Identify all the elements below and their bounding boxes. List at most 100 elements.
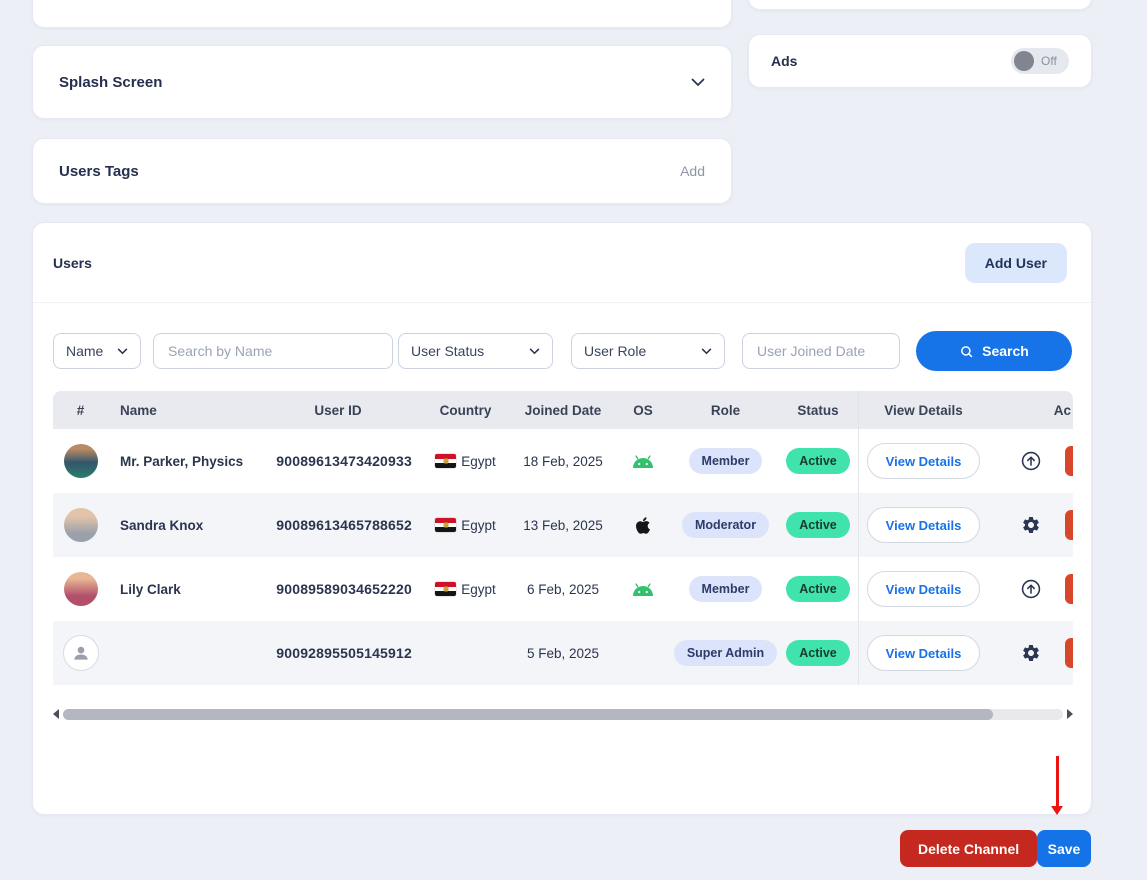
header-country: Country: [418, 403, 513, 418]
user-id: 90089589034652220: [258, 581, 418, 597]
clipped-delete-button[interactable]: [1065, 510, 1073, 540]
table-row: Mr. Parker, Physics 90089613473420933 Eg…: [53, 429, 1073, 493]
actions-cell: [988, 429, 1073, 493]
user-role-select[interactable]: User Role: [571, 333, 725, 369]
table-row: Lily Clark 90089589034652220 Egypt 6 Feb…: [53, 557, 1073, 621]
role-cell: Member: [673, 448, 778, 474]
country-label: Egypt: [461, 582, 496, 597]
chevron-down-icon: [701, 348, 712, 355]
clipped-delete-button[interactable]: [1065, 574, 1073, 604]
chevron-down-icon: [529, 348, 540, 355]
header-view-details: View Details: [858, 391, 988, 429]
country-cell: Egypt: [418, 454, 513, 469]
toggle-knob-icon: [1014, 51, 1034, 71]
view-details-cell: View Details: [858, 493, 988, 557]
avatar: [63, 635, 99, 671]
search-by-name-input[interactable]: [153, 333, 393, 369]
index-cell: [53, 444, 108, 478]
role-cell: Member: [673, 576, 778, 602]
search-button[interactable]: Search: [916, 331, 1072, 371]
index-cell: [53, 508, 108, 542]
scroll-left-arrow-icon[interactable]: [53, 709, 59, 719]
table-row: 90092895505145912 5 Feb, 2025 Super Admi…: [53, 621, 1073, 685]
user-id: 90089613473420933: [258, 453, 418, 469]
clipped-delete-button[interactable]: [1065, 446, 1073, 476]
add-tag-link[interactable]: Add: [680, 163, 705, 179]
country-label: Egypt: [461, 454, 496, 469]
splash-screen-card: Splash Screen: [32, 45, 732, 119]
joined-date: 18 Feb, 2025: [513, 454, 613, 469]
role-badge: Member: [689, 448, 763, 474]
joined-date: 5 Feb, 2025: [513, 646, 613, 661]
settings-gear-icon[interactable]: [1021, 643, 1041, 663]
country-cell: Egypt: [418, 582, 513, 597]
users-table: # Name User ID Country Joined Date OS Ro…: [53, 391, 1073, 685]
scrollbar-track[interactable]: [63, 709, 1063, 720]
status-badge: Active: [786, 512, 850, 538]
user-name: Sandra Knox: [108, 518, 258, 533]
search-field-select[interactable]: Name: [53, 333, 141, 369]
role-badge: Super Admin: [674, 640, 777, 666]
actions-cell: [988, 621, 1073, 685]
upload-icon[interactable]: [1020, 450, 1042, 472]
egypt-flag-icon: [435, 454, 456, 468]
egypt-flag-icon: [435, 518, 456, 532]
header-joined-date: Joined Date: [513, 403, 613, 418]
user-status-value: User Status: [411, 343, 484, 359]
user-name: Mr. Parker, Physics: [108, 454, 258, 469]
avatar: [64, 444, 98, 478]
android-icon: [631, 582, 655, 597]
upload-icon[interactable]: [1020, 578, 1042, 600]
user-id: 90092895505145912: [258, 645, 418, 661]
header-os: OS: [613, 403, 673, 418]
save-button[interactable]: Save: [1037, 830, 1091, 867]
table-body: Mr. Parker, Physics 90089613473420933 Eg…: [53, 429, 1073, 685]
ads-toggle[interactable]: Off: [1011, 48, 1069, 74]
android-icon: [631, 454, 655, 469]
joined-date: 13 Feb, 2025: [513, 518, 613, 533]
chevron-down-icon: [117, 348, 128, 355]
view-details-button[interactable]: View Details: [867, 635, 981, 671]
scrollbar-thumb[interactable]: [63, 709, 993, 720]
horizontal-scrollbar[interactable]: [53, 707, 1073, 721]
add-user-button[interactable]: Add User: [965, 243, 1067, 283]
user-status-select[interactable]: User Status: [398, 333, 553, 369]
users-tags-card: Users Tags Add: [32, 138, 732, 204]
search-field-value: Name: [66, 343, 103, 359]
users-filters: Name User Status User Role Search: [33, 333, 1091, 371]
ads-card: Ads Off: [748, 34, 1092, 88]
search-button-label: Search: [982, 343, 1029, 359]
view-details-button[interactable]: View Details: [867, 443, 981, 479]
chevron-down-icon[interactable]: [691, 78, 705, 87]
country-label: Egypt: [461, 518, 496, 533]
role-badge: Moderator: [682, 512, 769, 538]
avatar: [64, 572, 98, 606]
settings-gear-icon[interactable]: [1021, 515, 1041, 535]
actions-cell: [988, 493, 1073, 557]
role-cell: Moderator: [673, 512, 778, 538]
view-details-cell: View Details: [858, 429, 988, 493]
view-details-button[interactable]: View Details: [867, 571, 981, 607]
status-cell: Active: [778, 512, 858, 538]
ads-title: Ads: [771, 53, 797, 69]
joined-date: 6 Feb, 2025: [513, 582, 613, 597]
index-cell: [53, 635, 108, 671]
scroll-right-arrow-icon[interactable]: [1067, 709, 1073, 719]
user-id: 90089613465788652: [258, 517, 418, 533]
os-cell: [613, 582, 673, 597]
status-cell: Active: [778, 576, 858, 602]
table-header-row: # Name User ID Country Joined Date OS Ro…: [53, 391, 1073, 429]
user-name: Lily Clark: [108, 582, 258, 597]
delete-channel-button[interactable]: Delete Channel: [900, 830, 1037, 867]
user-role-value: User Role: [584, 343, 646, 359]
search-icon: [959, 344, 974, 359]
clipped-delete-button[interactable]: [1065, 638, 1073, 668]
user-joined-date-input[interactable]: [742, 333, 900, 369]
status-cell: Active: [778, 448, 858, 474]
partial-card-top-left: [32, 0, 732, 28]
header-role: Role: [673, 403, 778, 418]
index-cell: [53, 572, 108, 606]
view-details-button[interactable]: View Details: [867, 507, 981, 543]
splash-screen-title: Splash Screen: [59, 74, 162, 91]
view-details-cell: View Details: [858, 621, 988, 685]
